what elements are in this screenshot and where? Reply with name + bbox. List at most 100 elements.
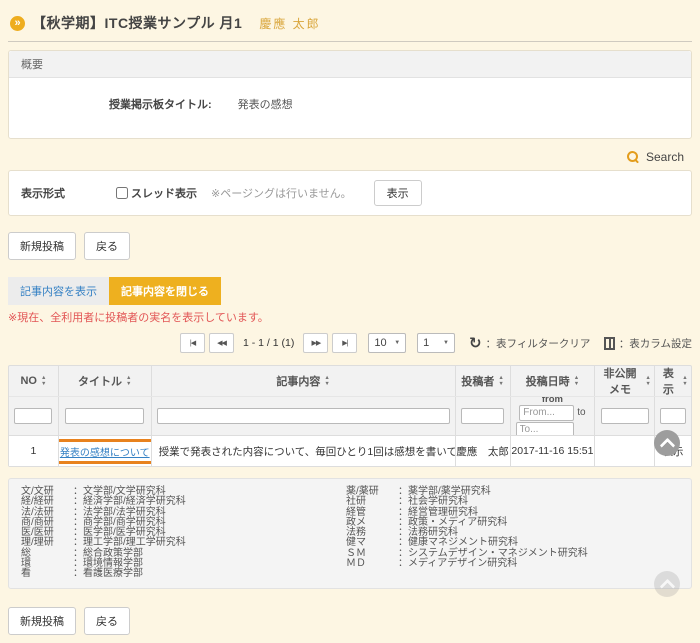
filter-title-input[interactable]: [65, 408, 144, 424]
legend-item: 商/商研：商学部/商学研究科: [21, 518, 346, 528]
col-label: 非公開メモ: [599, 366, 642, 396]
sort-icon: ▲▼: [574, 376, 579, 387]
display-button[interactable]: 表示: [374, 180, 422, 206]
last-page-button[interactable]: ▶|: [332, 333, 357, 353]
chevron-down-icon: ▼: [443, 340, 449, 346]
chevron-up-icon: [659, 578, 675, 594]
board-title-label: 授業掲示板タイトル:: [109, 96, 212, 112]
filter-memo-input[interactable]: [601, 408, 649, 424]
to-label: to: [577, 407, 585, 418]
col-header-title[interactable]: タイトル ▲▼: [59, 366, 152, 396]
filter-display-input[interactable]: [660, 408, 686, 424]
overview-box: 概要 授業掲示板タイトル: 発表の感想: [8, 50, 692, 139]
back-button-bottom[interactable]: 戻る: [84, 607, 130, 635]
col-label: タイトル: [78, 373, 122, 389]
content-tabs: 記事内容を表示 記事内容を閉じる: [8, 277, 692, 305]
col-header-content[interactable]: 記事内容 ▲▼: [152, 366, 456, 396]
scroll-to-top-button-faint[interactable]: [654, 571, 680, 597]
table-columns-icon[interactable]: [604, 337, 614, 350]
page-header: » 【秋学期】ITC授業サンプル 月1 慶應 太郎: [8, 8, 692, 42]
column-config-label[interactable]: ：表カラム設定: [619, 336, 692, 351]
filter-date-to-input[interactable]: [516, 422, 574, 436]
chevron-up-icon: [659, 437, 675, 453]
new-post-button[interactable]: 新規投稿: [8, 232, 76, 260]
sort-icon: ▲▼: [645, 376, 650, 387]
sort-icon: ▲▼: [324, 376, 329, 387]
scroll-to-top-button[interactable]: [654, 430, 680, 456]
filter-no-input[interactable]: [14, 408, 52, 424]
highlight-box: 発表の感想について: [59, 439, 152, 464]
legend-left-column: 文/文研：文学部/文学研究科 経/経研：経済学部/経済学研究科 法/法研：法学部…: [21, 487, 346, 580]
col-header-display[interactable]: 表示 ▲▼: [655, 366, 691, 396]
search-link[interactable]: Search: [646, 150, 684, 164]
col-header-date[interactable]: 投稿日時 ▲▼: [511, 366, 596, 396]
chevron-down-icon: ▼: [394, 340, 400, 346]
col-label: 記事内容: [276, 373, 320, 389]
sort-icon: ▲▼: [41, 376, 46, 387]
col-header-author[interactable]: 投稿者 ▲▼: [456, 366, 511, 396]
top-action-row: 新規投稿 戻る: [8, 232, 692, 260]
back-button[interactable]: 戻る: [84, 232, 130, 260]
overview-body: 授業掲示板タイトル: 発表の感想: [9, 78, 691, 138]
col-header-memo[interactable]: 非公開メモ ▲▼: [595, 366, 655, 396]
board-title-value: 発表の感想: [238, 96, 293, 112]
filter-date-from-input[interactable]: [519, 405, 574, 421]
legend-item: 社研：社会学研究科: [346, 497, 671, 507]
row-content: 授業で発表された内容について、毎回ひとり1回は感想を書いてください。: [159, 444, 456, 459]
first-page-button[interactable]: |◀: [180, 333, 205, 353]
col-header-no[interactable]: NO ▲▼: [9, 366, 59, 396]
legend-item: 理/理研：理工学部/理工学研究科: [21, 538, 346, 548]
page-size-value: 10: [374, 337, 386, 349]
sort-icon: ▲▼: [498, 376, 503, 387]
col-label: 表示: [658, 366, 678, 396]
col-label: NO: [20, 375, 37, 387]
pagination-bar: |◀ ◀◀ 1 - 1 / 1 (1) ▶▶ ▶| 10 ▼ 1 ▼ ↻ ：表フ…: [180, 332, 692, 354]
bottom-action-row: 新規投稿 戻る: [8, 607, 692, 635]
filter-clear-label[interactable]: ：表フィルタークリア: [486, 336, 591, 351]
overview-tab-label: 概要: [9, 51, 691, 78]
realname-notice: ※現在、全利用者に投稿者の実名を表示しています。: [8, 309, 692, 325]
page-size-select[interactable]: 10 ▼: [368, 333, 406, 353]
legend-item: 環：環境情報学部: [21, 559, 346, 569]
page-range: 1 - 1 / 1 (1): [243, 337, 294, 349]
thread-display-checkbox[interactable]: [116, 187, 128, 199]
row-no: 1: [9, 436, 59, 466]
filter-content-input[interactable]: [157, 408, 450, 424]
legend-item: 薬/薬研：薬学部/薬学研究科: [346, 487, 671, 497]
legend-item: 経管：経営管理研究科: [346, 508, 671, 518]
table-row: 1 発表の感想について 授業で発表された内容について、毎回ひとり1回は感想を書い…: [9, 435, 691, 466]
col-label: 投稿日時: [526, 373, 570, 389]
user-name-link[interactable]: 慶應 太郎: [259, 15, 320, 32]
filter-author-input[interactable]: [461, 408, 504, 424]
row-author: 慶應 太郎: [456, 436, 511, 466]
new-post-button-bottom[interactable]: 新規投稿: [8, 607, 76, 635]
date-filter: from to: [511, 397, 595, 435]
display-format-box: 表示形式 スレッド表示 ※ページングは行いません。 表示: [8, 170, 692, 216]
next-page-button[interactable]: ▶▶: [303, 333, 328, 353]
legend-item: 総：総合政策学部: [21, 549, 346, 559]
table-filter-row: from to: [9, 396, 691, 435]
post-title-link[interactable]: 発表の感想について: [60, 448, 150, 459]
row-posted-at: 2017-11-16 15:51: [511, 436, 596, 466]
row-memo: [595, 436, 655, 466]
posts-table: NO ▲▼ タイトル ▲▼ 記事内容 ▲▼ 投稿者 ▲▼ 投稿日時 ▲▼ 非公開…: [8, 365, 692, 467]
search-icon: [627, 151, 640, 164]
legend-item: 看：看護医療学部: [21, 569, 346, 579]
display-format-label: 表示形式: [21, 185, 116, 201]
page-number-select[interactable]: 1 ▼: [417, 333, 455, 353]
faculty-legend: 文/文研：文学部/文学研究科 経/経研：経済学部/経済学研究科 法/法研：法学部…: [8, 478, 692, 589]
legend-item: ＭＤ：メディアデザイン研究科: [346, 559, 671, 569]
sort-icon: ▲▼: [126, 376, 131, 387]
page-title: 【秋学期】ITC授業サンプル 月1: [32, 13, 242, 33]
tab-show-content[interactable]: 記事内容を表示: [8, 277, 109, 305]
from-label: from: [542, 397, 563, 404]
col-label: 投稿者: [461, 373, 494, 389]
page-number-value: 1: [423, 337, 429, 349]
filter-clear-icon[interactable]: ↻: [469, 336, 482, 351]
tab-close-content[interactable]: 記事内容を閉じる: [109, 277, 221, 305]
search-row: Search: [8, 149, 684, 165]
table-header-row: NO ▲▼ タイトル ▲▼ 記事内容 ▲▼ 投稿者 ▲▼ 投稿日時 ▲▼ 非公開…: [9, 366, 691, 396]
legend-item: 経/経研：経済学部/経済学研究科: [21, 497, 346, 507]
sort-icon: ▲▼: [682, 376, 687, 387]
prev-page-button[interactable]: ◀◀: [209, 333, 234, 353]
